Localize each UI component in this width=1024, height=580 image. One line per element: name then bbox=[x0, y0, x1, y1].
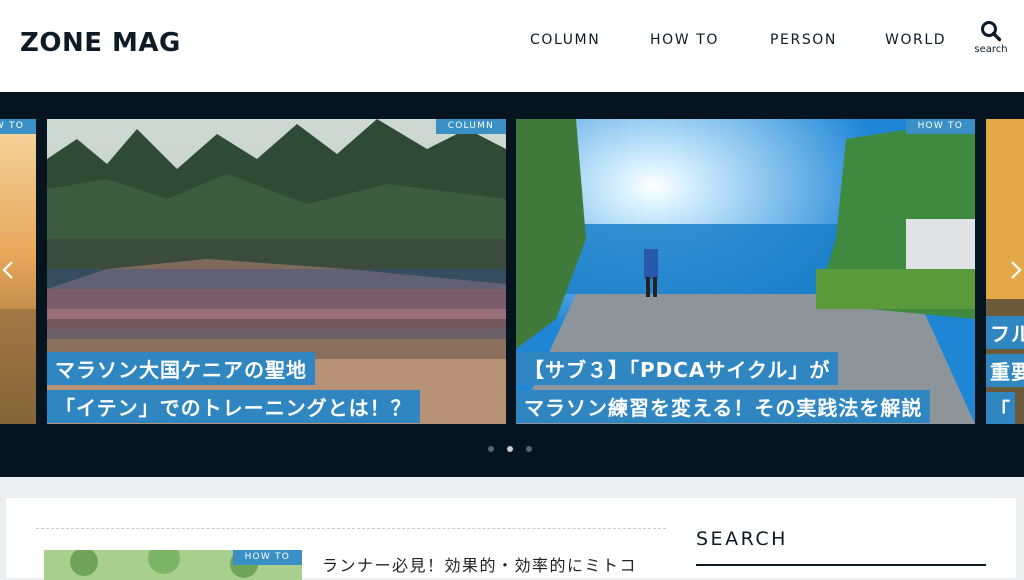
sidebar-title-underline bbox=[696, 564, 986, 566]
main-content: HOW TO ランナー必見！効果的・効率的にミトコ SEARCH bbox=[6, 498, 1016, 580]
nav-item-person[interactable]: PERSON bbox=[770, 32, 837, 48]
nav-item-how-to[interactable]: HOW TO bbox=[650, 32, 719, 48]
slide-kenya-iten[interactable]: COLUMN マラソン大国ケニアの聖地 「イテン」でのトレーニングとは！？ bbox=[47, 119, 506, 424]
slide-category-badge: HOW TO bbox=[905, 119, 975, 134]
slide-caption-line2: マラソン練習を変える！その実践法を解説 bbox=[516, 390, 931, 423]
sidebar-search-title: SEARCH bbox=[696, 528, 788, 550]
nav-item-world[interactable]: WORLD bbox=[885, 32, 946, 48]
chevron-right-icon bbox=[1011, 261, 1022, 279]
slide-caption-line2: 「イテン」でのトレーニングとは！？ bbox=[47, 390, 420, 423]
article-title[interactable]: ランナー必見！効果的・効率的にミトコ bbox=[322, 552, 637, 576]
slide-category-badge: COLUMN bbox=[435, 119, 506, 134]
article-category-badge: HOW TO bbox=[232, 550, 302, 565]
featured-slider: HOW TO COLUMN マラソン大国ケニアの聖地 「イテン」でのトレーニング… bbox=[0, 92, 1024, 477]
chevron-left-icon bbox=[2, 261, 13, 279]
slide-caption-line3: 「 bbox=[986, 392, 1015, 424]
slider-dot-3[interactable] bbox=[526, 446, 532, 452]
search-button[interactable]: search bbox=[970, 20, 1012, 62]
article-thumbnail[interactable]: HOW TO bbox=[44, 550, 302, 580]
slider-prev-button[interactable] bbox=[2, 260, 14, 286]
slider-dot-2[interactable] bbox=[507, 446, 513, 452]
search-label: search bbox=[974, 44, 1008, 55]
slide-pdca-cycle[interactable]: HOW TO 【サブ３】「PDCAサイクル」が マラソン練習を変える！その実践法… bbox=[516, 119, 975, 424]
nav-item-column[interactable]: COLUMN bbox=[530, 32, 600, 48]
search-icon bbox=[981, 21, 1002, 42]
slide-category-badge: HOW TO bbox=[0, 119, 36, 134]
site-header: ZONE MAG COLUMN HOW TO PERSON WORLD sear… bbox=[0, 0, 1024, 92]
slider-dot-1[interactable] bbox=[488, 446, 494, 452]
slide-caption-line2: 重要 bbox=[986, 354, 1024, 387]
slide-caption-line1: マラソン大国ケニアの聖地 bbox=[47, 352, 315, 385]
slide-caption-line1: フル bbox=[986, 316, 1024, 349]
logo-text: ZONE MAG bbox=[20, 28, 181, 58]
section-divider bbox=[36, 528, 666, 529]
slider-next-button[interactable] bbox=[1010, 260, 1022, 286]
slide-caption-line1: 【サブ３】「PDCAサイクル」が bbox=[516, 352, 839, 385]
